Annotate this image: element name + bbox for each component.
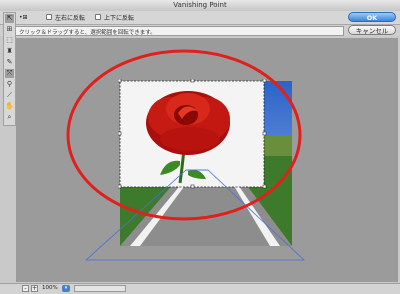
options-bar: •⊞ 左右に反転 上下に反転 (0, 11, 400, 25)
info-bar: ! クリック＆ドラッグすると、選択範囲を回転できます。 (0, 25, 400, 36)
create-plane-tool[interactable]: ⊞ (5, 25, 14, 34)
horizontal-scrollbar[interactable] (74, 285, 126, 292)
flip-horizontal-checkbox[interactable] (46, 14, 52, 20)
window-title: Vanishing Point (173, 1, 227, 9)
tools-panel: ⇱ ⊞ ⬚ ♜ ✎ ⤧ ⚲ ⟋ ✋ ⌕ (3, 12, 16, 126)
zoom-out-button[interactable]: - (22, 285, 29, 292)
zoom-level[interactable]: 100% (42, 285, 58, 291)
info-text: クリック＆ドラッグすると、選択範囲を回転できます。 (19, 30, 156, 36)
flip-vertical-checkbox[interactable] (95, 14, 101, 20)
tool-mode-icon[interactable]: •⊞ (19, 14, 28, 21)
measure-tool[interactable]: ⟋ (5, 91, 14, 100)
eyedropper-tool[interactable]: ⚲ (5, 80, 14, 89)
annotation-ellipse (66, 49, 302, 221)
marquee-tool[interactable]: ⬚ (5, 36, 14, 45)
stamp-tool[interactable]: ♜ (5, 47, 14, 56)
cancel-button[interactable]: キャンセル (348, 25, 396, 35)
status-bar: - + 100% ▾ (0, 283, 400, 294)
edit-plane-tool[interactable]: ⇱ (5, 14, 14, 23)
flip-vertical-label: 上下に反転 (104, 15, 135, 22)
transform-tool[interactable]: ⤧ (5, 69, 14, 78)
ok-button[interactable]: OK (348, 12, 396, 22)
zoom-in-button[interactable]: + (31, 285, 38, 292)
flip-horizontal-label: 左右に反転 (55, 15, 86, 22)
info-box: ! クリック＆ドラッグすると、選択範囲を回転できます。 (4, 26, 344, 36)
hand-tool[interactable]: ✋ (5, 102, 14, 111)
zoom-tool[interactable]: ⌕ (5, 113, 14, 122)
brush-tool[interactable]: ✎ (5, 58, 14, 67)
zoom-dropdown-icon[interactable]: ▾ (62, 285, 70, 292)
vanishing-point-window: Vanishing Point •⊞ 左右に反転 上下に反転 ! クリック＆ドラ… (0, 0, 400, 294)
